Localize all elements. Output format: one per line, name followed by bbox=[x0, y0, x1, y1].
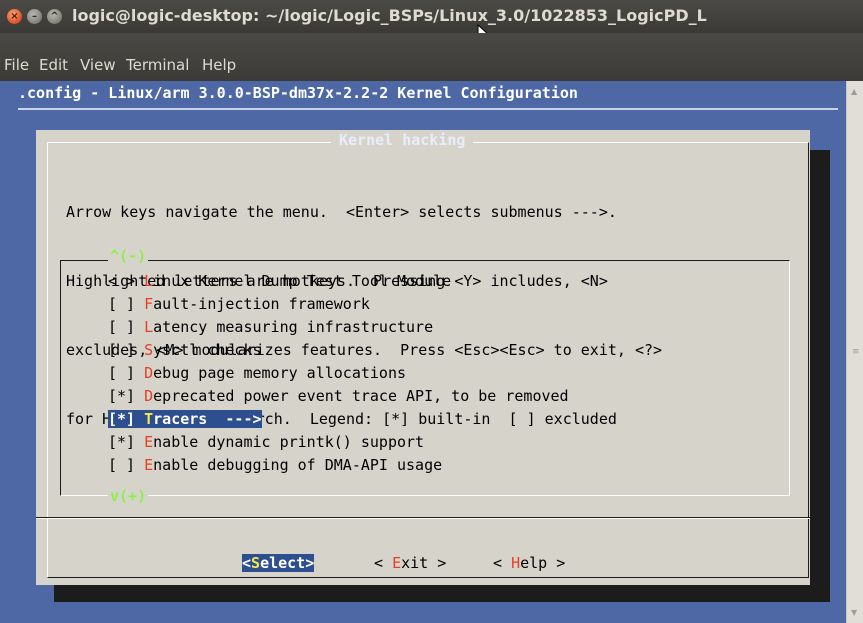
menu-edit[interactable]: Edit bbox=[39, 56, 68, 74]
option-state: < > bbox=[108, 272, 145, 290]
menu-file[interactable]: File bbox=[4, 56, 29, 74]
menu-item-sysctl-checks[interactable]: [ ] Sysctl checks bbox=[108, 339, 569, 362]
button-label: elect> bbox=[260, 554, 315, 572]
button-bracket: < bbox=[374, 554, 393, 572]
terminal-scrollbar[interactable]: ▲ ≡ ▼ bbox=[846, 81, 863, 623]
menu-item-debug-page-memory[interactable]: [ ] Debug page memory allocations bbox=[108, 362, 569, 385]
window-title: logic@logic-desktop: ~/logic/Logic_BSPs/… bbox=[72, 6, 707, 25]
selected-highlight: [*] Tracers ---> bbox=[108, 410, 262, 428]
exit-button[interactable]: < Exit > bbox=[374, 554, 446, 572]
hotkey-letter: E bbox=[144, 433, 154, 451]
scroll-down-indicator: v(+) bbox=[108, 487, 149, 505]
menu-item-dma-api-debug[interactable]: [ ] Enable debugging of DMA-API usage bbox=[108, 454, 569, 477]
help-button[interactable]: < Help > bbox=[493, 554, 565, 572]
option-label: ysctl checks bbox=[153, 341, 262, 359]
hotkey-letter: F bbox=[144, 295, 154, 313]
scroll-up-icon[interactable]: ▲ bbox=[851, 87, 857, 96]
window-titlebar[interactable]: × – ^ logic@logic-desktop: ~/logic/Logic… bbox=[0, 0, 863, 33]
scroll-down-icon[interactable]: ▼ bbox=[851, 608, 857, 617]
hotkey-letter: S bbox=[144, 341, 154, 359]
minimize-icon[interactable]: – bbox=[27, 9, 42, 24]
hotkey-letter: E bbox=[144, 456, 154, 474]
button-bracket: < bbox=[242, 554, 252, 572]
hotkey-letter: H bbox=[511, 554, 521, 572]
hotkey-letter: T bbox=[144, 410, 154, 428]
menu-view[interactable]: View bbox=[80, 56, 116, 74]
menu-item-latency-measuring[interactable]: [ ] Latency measuring infrastructure bbox=[108, 316, 569, 339]
button-label: elp > bbox=[520, 554, 566, 572]
option-state: [*] bbox=[108, 387, 145, 405]
menubar: File Edit View Terminal Help bbox=[0, 33, 863, 81]
option-label: racers ---> bbox=[153, 410, 262, 428]
config-title-rule bbox=[18, 108, 838, 110]
menu-item-fault-injection[interactable]: [ ] Fault-injection framework bbox=[108, 293, 569, 316]
hotkey-letter: D bbox=[144, 364, 154, 382]
menu-item-tracers[interactable]: [*] Tracers ---> bbox=[108, 408, 569, 431]
button-separator-highlight bbox=[36, 518, 810, 519]
help-line: Arrow keys navigate the menu. <Enter> se… bbox=[66, 203, 617, 221]
option-label: atency measuring infrastructure bbox=[153, 318, 434, 336]
option-state: [*] bbox=[108, 433, 145, 451]
option-state: [ ] bbox=[108, 295, 145, 313]
menu-items: < > Linux Kernel Dump Test Tool Module [… bbox=[108, 270, 569, 477]
menu-item-deprecated-power-event[interactable]: [*] Deprecated power event trace API, to… bbox=[108, 385, 569, 408]
hotkey-letter: E bbox=[392, 554, 402, 572]
menu-item-dynamic-printk[interactable]: [*] Enable dynamic printk() support bbox=[108, 431, 569, 454]
scroll-up-indicator: ^(-) bbox=[108, 247, 149, 265]
option-label: nable dynamic printk() support bbox=[153, 433, 425, 451]
option-label: nable debugging of DMA-API usage bbox=[153, 456, 443, 474]
dialog-title: Kernel hacking bbox=[331, 131, 474, 149]
hotkey-letter: L bbox=[144, 272, 154, 290]
hotkey-letter: S bbox=[251, 554, 261, 572]
option-state: [ ] bbox=[108, 364, 145, 382]
option-label: inux Kernel Dump Test Tool Module bbox=[153, 272, 452, 290]
hotkey-letter: L bbox=[144, 318, 154, 336]
menu-item-dump-test-tool[interactable]: < > Linux Kernel Dump Test Tool Module bbox=[108, 270, 569, 293]
option-label: eprecated power event trace API, to be r… bbox=[153, 387, 569, 405]
scroll-grip-icon[interactable]: ≡ bbox=[852, 347, 860, 357]
button-label: xit > bbox=[401, 554, 447, 572]
option-state: [ ] bbox=[108, 341, 145, 359]
option-state: [*] bbox=[108, 410, 145, 428]
option-state: [ ] bbox=[108, 318, 145, 336]
menu-help[interactable]: Help bbox=[202, 56, 236, 74]
config-title: .config - Linux/arm 3.0.0-BSP-dm37x-2.2-… bbox=[18, 84, 578, 102]
maximize-icon[interactable]: ^ bbox=[47, 9, 62, 24]
close-icon[interactable]: × bbox=[7, 9, 22, 24]
hotkey-letter: D bbox=[144, 387, 154, 405]
select-button[interactable]: <Select> bbox=[242, 554, 315, 572]
button-bracket: < bbox=[493, 554, 512, 572]
option-state: [ ] bbox=[108, 456, 145, 474]
menu-terminal[interactable]: Terminal bbox=[126, 56, 189, 74]
option-label: ault-injection framework bbox=[153, 295, 370, 313]
option-label: ebug page memory allocations bbox=[153, 364, 407, 382]
